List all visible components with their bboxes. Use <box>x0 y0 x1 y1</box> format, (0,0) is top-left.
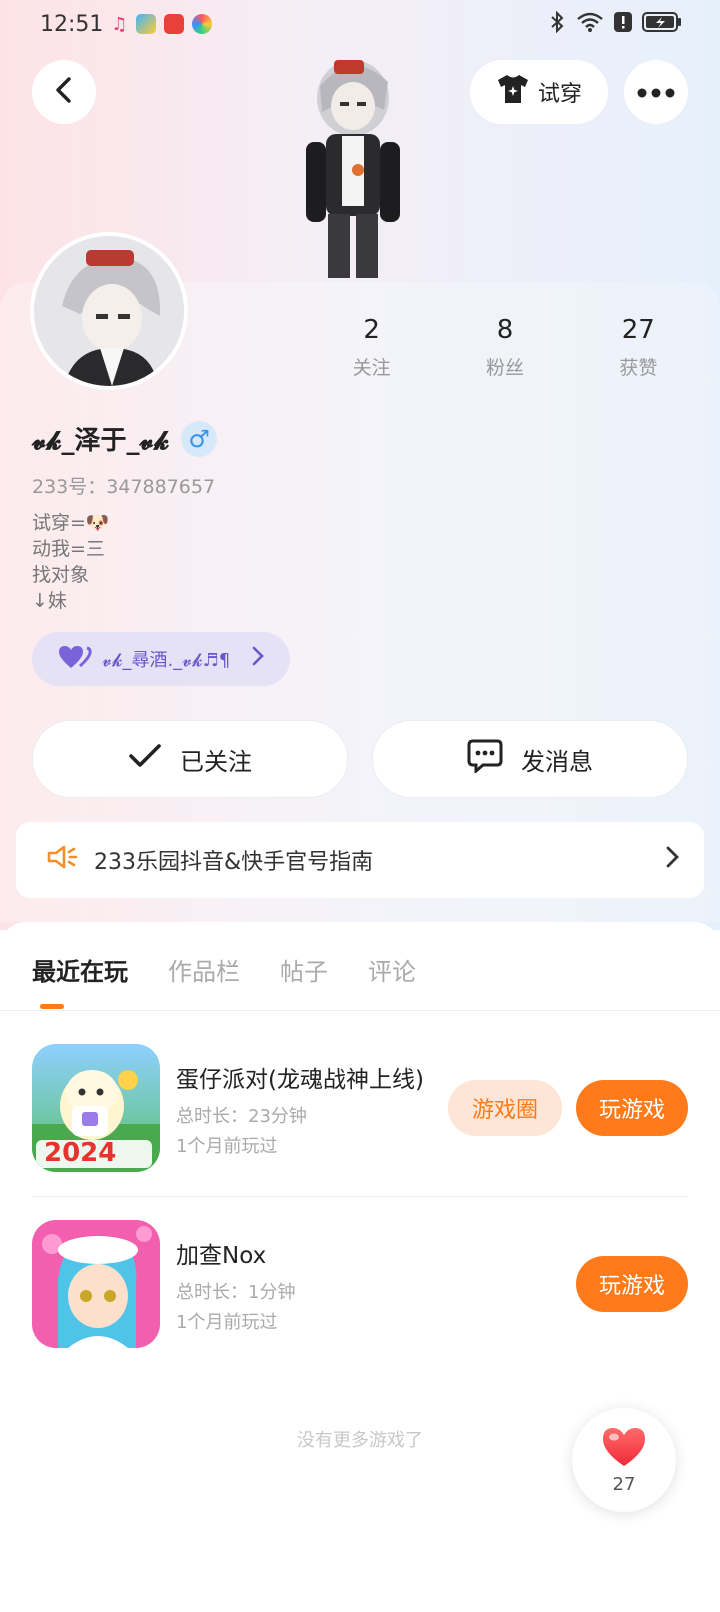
game-last-played: 1个月前玩过 <box>176 1312 278 1333</box>
stat-followers[interactable]: 8 粉丝 <box>438 315 571 380</box>
nickname: 𝓿𝓴_泽于_𝓿𝓴 <box>32 426 170 456</box>
back-button[interactable] <box>32 60 96 124</box>
megaphone-icon <box>46 843 78 877</box>
following-button[interactable]: 已关注 <box>32 720 348 798</box>
heart-icon <box>601 1426 647 1472</box>
cp-relationship-chip[interactable]: 𝓿𝓴_尋酒._𝓿𝓴♬¶ <box>32 632 290 686</box>
try-on-label: 试穿 <box>537 82 582 107</box>
tab-comments[interactable]: 评论 <box>368 952 416 987</box>
bio-line: 找对象 <box>32 564 90 586</box>
status-bar: 12:51 ♫ <box>0 0 720 48</box>
stat-following[interactable]: 2 关注 <box>305 315 438 380</box>
announcement-banner[interactable]: 233乐园抖音&快手官号指南 <box>16 822 704 898</box>
stat-count: 8 <box>496 315 514 345</box>
profile-tabs: 最近在玩 作品栏 帖子 评论 <box>32 952 416 987</box>
divider <box>0 1010 720 1011</box>
stat-likes[interactable]: 27 获赞 <box>572 315 705 380</box>
wifi-icon <box>576 11 604 38</box>
send-message-button[interactable]: 发消息 <box>372 720 688 798</box>
cp-name: 𝓿𝓴_尋酒._𝓿𝓴♬¶ <box>102 650 231 671</box>
divider <box>32 1196 688 1197</box>
bio: 试穿=🐶 动我=三 找对象 ↓妹 <box>32 510 110 614</box>
nickname-row: 𝓿𝓴_泽于_𝓿𝓴 ♂ <box>32 420 218 457</box>
chevron-right-icon <box>252 646 264 672</box>
bluetooth-icon <box>548 10 566 38</box>
tab-recently-played[interactable]: 最近在玩 <box>32 952 128 987</box>
game-duration: 总时长：23分钟 <box>176 1106 307 1127</box>
battery-charging-icon <box>642 11 682 38</box>
game-list-item[interactable]: 加查Nox 总时长：1分钟 1个月前玩过 玩游戏 <box>32 1220 688 1348</box>
music-app-icon: ♫ <box>111 13 128 35</box>
announcement-text: 233乐园抖音&快手官号指南 <box>94 850 374 875</box>
stat-count: 27 <box>621 315 655 345</box>
game-icon-gacha-nox[interactable] <box>32 1220 160 1348</box>
tshirt-icon <box>496 74 530 110</box>
game-icon-eggy-party[interactable]: 2024 <box>32 1044 160 1172</box>
active-tab-indicator <box>40 1004 64 1009</box>
send-message-label: 发消息 <box>521 747 593 776</box>
game-title: 加查Nox <box>176 1243 267 1269</box>
user-id: 233号：347887657 <box>32 476 216 498</box>
avatar-3d-figure[interactable] <box>298 46 408 286</box>
chevron-right-icon <box>666 845 680 875</box>
heart-pair-icon <box>58 644 92 675</box>
like-button[interactable]: 27 <box>572 1408 676 1512</box>
male-gender-icon: ♂ <box>181 420 218 457</box>
play-game-button[interactable]: 玩游戏 <box>576 1080 688 1136</box>
stat-label: 获赞 <box>619 357 658 379</box>
bio-line: ↓妹 <box>32 590 67 612</box>
play-game-button[interactable]: 玩游戏 <box>576 1256 688 1312</box>
game-icon-year: 2024 <box>44 1138 117 1168</box>
game-list-item[interactable]: 2024 蛋仔派对(龙魂战神上线) 总时长：23分钟 1个月前玩过 游戏圈 玩游… <box>32 1044 688 1172</box>
game-duration: 总时长：1分钟 <box>176 1282 296 1303</box>
stat-label: 粉丝 <box>485 357 524 379</box>
avatar[interactable] <box>30 232 188 390</box>
like-count: 27 <box>612 1473 636 1495</box>
app-notification-icon <box>191 14 212 34</box>
chevron-left-icon <box>52 76 76 108</box>
chat-bubble-icon <box>467 739 503 779</box>
game-circle-button[interactable]: 游戏圈 <box>448 1080 562 1136</box>
bio-line: 动我=三 <box>32 538 105 560</box>
more-options-button[interactable] <box>624 60 688 124</box>
profile-stats: 2 关注 8 粉丝 27 获赞 <box>305 315 705 380</box>
checkmark-icon <box>128 743 162 775</box>
app-notification-icon <box>163 14 184 34</box>
stat-count: 2 <box>363 315 380 345</box>
status-time: 12:51 <box>40 11 104 37</box>
stat-label: 关注 <box>352 357 391 379</box>
bio-line: 试穿=🐶 <box>32 512 110 534</box>
try-on-button[interactable]: 试穿 <box>470 60 608 124</box>
tab-works[interactable]: 作品栏 <box>168 952 240 987</box>
following-label: 已关注 <box>180 747 252 776</box>
tab-posts[interactable]: 帖子 <box>280 952 328 987</box>
more-dots-icon <box>637 83 675 102</box>
game-last-played: 1个月前玩过 <box>176 1136 278 1157</box>
alert-icon <box>614 11 632 37</box>
app-notification-icon <box>135 14 156 34</box>
game-title: 蛋仔派对(龙魂战神上线) <box>176 1067 424 1093</box>
